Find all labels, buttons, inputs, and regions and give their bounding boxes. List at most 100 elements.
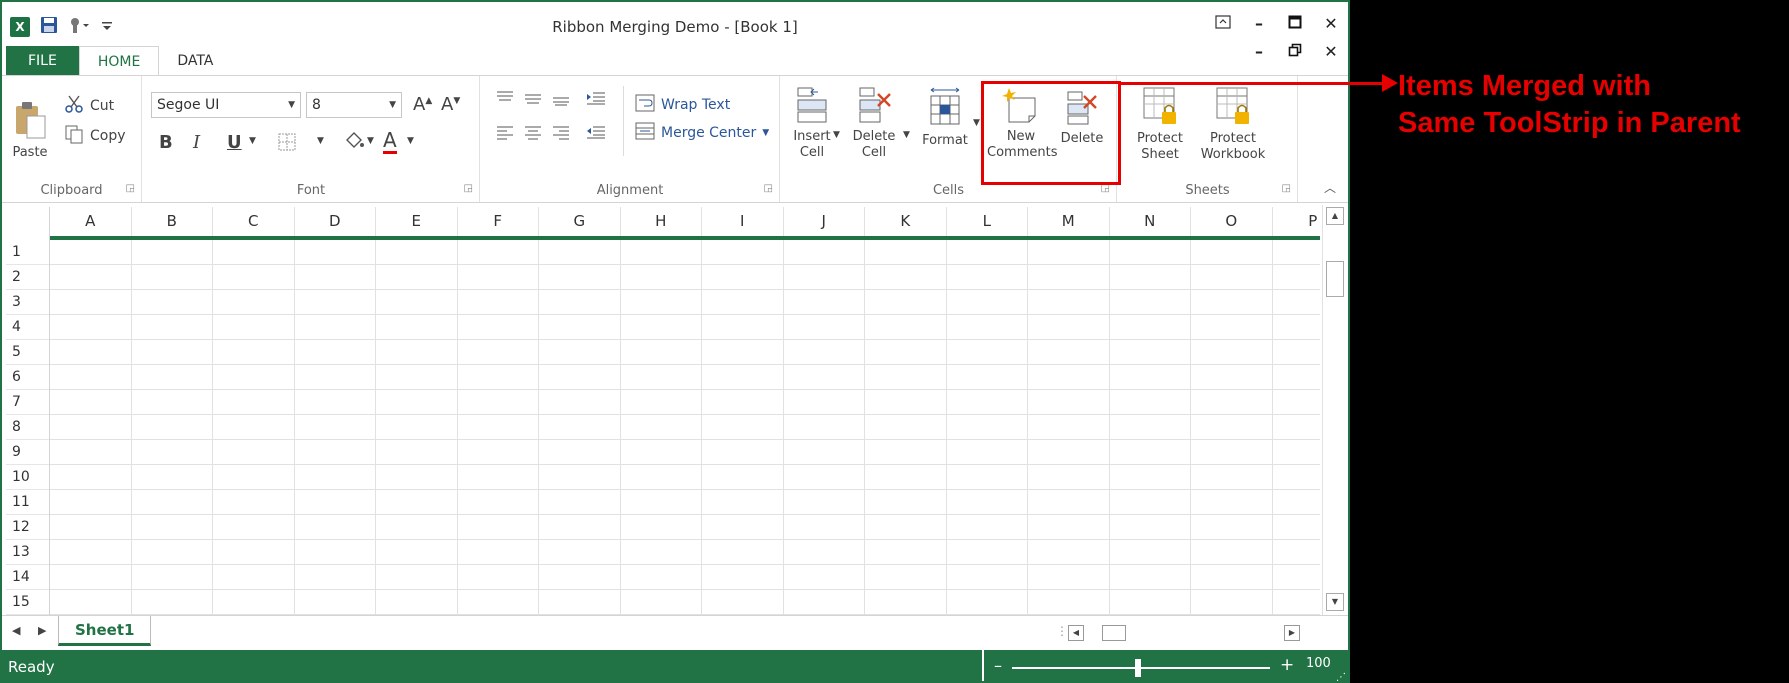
fill-color-dropdown-icon[interactable]: ▼ [367,136,374,146]
column-header-a[interactable]: A [50,207,132,237]
tab-data[interactable]: DATA [159,46,231,76]
copy-button[interactable]: Copy [64,124,126,148]
row-header-11[interactable]: 11 [6,490,50,515]
font-launcher-icon[interactable]: ◲ [464,183,473,194]
column-header-p[interactable]: P [1273,207,1321,237]
zoom-slider-thumb[interactable] [1135,659,1141,677]
column-header-d[interactable]: D [295,207,376,237]
clipboard-launcher-icon[interactable]: ◲ [126,183,135,194]
italic-button[interactable]: I [193,132,200,153]
format-dropdown-icon[interactable]: ▼ [973,118,980,128]
row-header-4[interactable]: 4 [6,315,50,340]
underline-dropdown-icon[interactable]: ▼ [249,136,256,146]
row-header-12[interactable]: 12 [6,515,50,540]
column-header-i[interactable]: I [702,207,784,237]
font-color-dropdown-icon[interactable]: ▼ [407,136,414,146]
sheet-prev-icon[interactable]: ◀ [12,624,20,637]
alignment-launcher-icon[interactable]: ◲ [764,183,773,194]
indent-icon[interactable] [585,90,607,111]
row-header-13[interactable]: 13 [6,540,50,565]
scroll-up-icon[interactable]: ▲ [1326,207,1344,225]
font-size-combo[interactable]: 8 ▼ [306,92,402,118]
insert-cell-button[interactable]: Insert Cell [787,86,837,161]
wrap-text-button[interactable]: Wrap Text [635,94,730,116]
tab-splitter-icon[interactable]: ⋮ [1056,624,1068,638]
zoom-slider-track[interactable] [1012,667,1270,669]
close-icon[interactable]: ✕ [1322,14,1340,33]
sheets-launcher-icon[interactable]: ◲ [1282,183,1291,194]
fill-color-icon[interactable] [343,130,365,157]
font-name-combo[interactable]: Segoe UI ▼ [151,92,301,118]
doc-close-icon[interactable]: ✕ [1322,42,1340,61]
doc-restore-icon[interactable] [1286,42,1304,61]
row-header-5[interactable]: 5 [6,340,50,365]
protect-sheet-button[interactable]: Protect Sheet [1132,86,1188,163]
font-color-button[interactable]: A [383,129,397,154]
column-header-b[interactable]: B [132,207,213,237]
insert-dropdown-icon[interactable]: ▼ [833,130,840,140]
minimize-icon[interactable]: – [1250,14,1268,33]
worksheet-grid[interactable]: ABCDEFGHIJKLMNOP 1 2 3 4 5 6 7 8 9 10 11 12 13 14 15 [6,207,1320,615]
column-header-o[interactable]: O [1191,207,1273,237]
borders-icon[interactable] [277,132,297,157]
row-header-8[interactable]: 8 [6,415,50,440]
delete-cell-button[interactable]: Delete Cell [847,86,901,161]
align-top-icon[interactable] [495,90,515,111]
align-middle-icon[interactable] [523,90,543,111]
format-button[interactable]: Format [917,86,973,149]
row-header-3[interactable]: 3 [6,290,50,315]
row-header-2[interactable]: 2 [6,265,50,290]
outdent-icon[interactable] [585,124,607,145]
merge-dropdown-icon[interactable]: ▼ [762,128,769,138]
zoom-in-button[interactable]: + [1280,655,1294,675]
column-header-h[interactable]: H [621,207,702,237]
sheet-tab-sheet1[interactable]: Sheet1 [58,616,152,646]
row-header-9[interactable]: 9 [6,440,50,465]
tab-file[interactable]: FILE [6,46,79,76]
select-all-corner[interactable] [6,207,50,237]
column-header-c[interactable]: C [213,207,295,237]
vertical-scrollbar[interactable]: ▲ ▼ [1322,205,1346,615]
maximize-icon[interactable] [1286,14,1304,33]
scroll-down-icon[interactable]: ▼ [1326,593,1344,611]
column-header-k[interactable]: K [865,207,947,237]
column-header-f[interactable]: F [458,207,539,237]
row-header-6[interactable]: 6 [6,365,50,390]
column-header-e[interactable]: E [376,207,458,237]
ribbon-display-icon[interactable] [1214,14,1232,33]
zoom-out-button[interactable]: – [994,656,1002,675]
paste-button[interactable]: Paste [8,100,52,161]
horizontal-scroll-thumb[interactable] [1102,625,1126,641]
sheet-next-icon[interactable]: ▶ [38,624,46,637]
delete-dropdown-icon[interactable]: ▼ [903,130,910,140]
column-header-j[interactable]: J [784,207,865,237]
column-header-m[interactable]: M [1028,207,1110,237]
doc-minimize-icon[interactable]: – [1250,42,1268,61]
borders-dropdown-icon[interactable]: ▼ [317,136,324,146]
column-header-n[interactable]: N [1110,207,1191,237]
resize-grip-icon[interactable]: ⋰ [1336,672,1346,681]
column-header-l[interactable]: L [947,207,1028,237]
scroll-right-icon[interactable]: ▶ [1284,625,1300,641]
row-header-15[interactable]: 15 [6,590,50,615]
grow-font-icon[interactable]: A▲ [413,94,432,115]
underline-button[interactable]: U [227,132,242,153]
merge-center-button[interactable]: Merge Center ▼ [635,122,769,144]
align-left-icon[interactable] [495,124,515,145]
align-right-icon[interactable] [551,124,571,145]
cut-button[interactable]: Cut [64,94,114,118]
tab-home[interactable]: HOME [78,46,160,76]
align-center-icon[interactable] [523,124,543,145]
scroll-left-icon[interactable]: ◀ [1068,625,1084,641]
cell-area[interactable] [50,240,1320,615]
column-header-g[interactable]: G [539,207,621,237]
row-header-10[interactable]: 10 [6,465,50,490]
protect-workbook-button[interactable]: Protect Workbook [1196,86,1270,163]
row-header-1[interactable]: 1 [6,240,50,265]
shrink-font-icon[interactable]: A▼ [441,94,460,115]
align-bottom-icon[interactable] [551,90,571,111]
scroll-thumb[interactable] [1326,261,1344,297]
collapse-ribbon-icon[interactable]: ︿ [1324,179,1336,196]
bold-button[interactable]: B [159,132,173,153]
row-header-7[interactable]: 7 [6,390,50,415]
